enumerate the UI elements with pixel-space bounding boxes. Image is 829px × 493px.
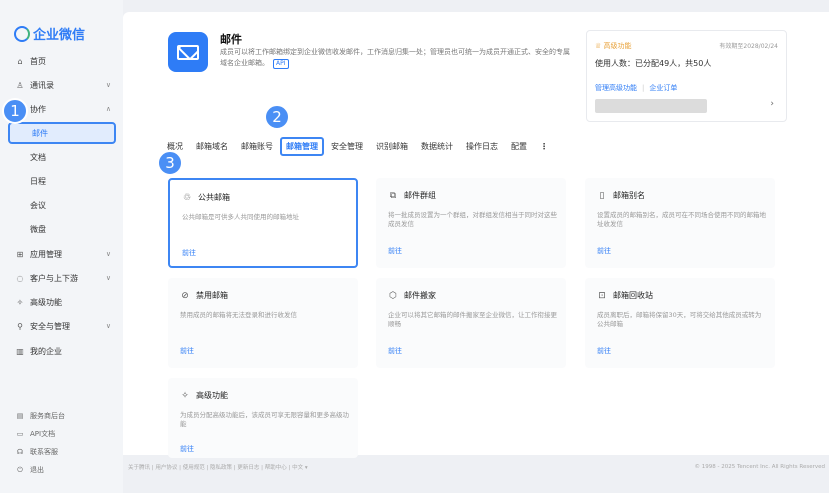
- mailbox-alias-icon: ▯: [599, 190, 605, 201]
- manage-advanced-link[interactable]: 管理高级功能: [595, 84, 637, 92]
- support-link[interactable]: ☊ 联系客服: [0, 443, 123, 461]
- support-icon: ☊: [16, 448, 24, 456]
- disable-mailbox-icon: ⊘: [181, 290, 189, 301]
- mail-group-link[interactable]: 前往: [388, 246, 402, 256]
- tab-mailbox-management[interactable]: 邮箱管理: [280, 136, 324, 156]
- card-mailbox-alias[interactable]: ▯ 邮箱别名 设置成员的邮箱别名，成员可在不同场合使用不同的邮箱地址收发信 前往: [585, 178, 775, 268]
- chevron-right-icon[interactable]: ›: [770, 99, 774, 109]
- api-doc-icon: ▭: [16, 430, 24, 438]
- advanced-links: 管理高级功能 | 企业订单: [595, 84, 678, 92]
- crown-icon: ♕: [595, 42, 602, 50]
- advanced-feature-icon: ✧: [181, 390, 189, 401]
- service-icon: ▤: [16, 412, 24, 420]
- card-public-mailbox[interactable]: ♲ 公共邮箱 公共邮箱是可供多人共同使用的邮箱地址 前往: [168, 178, 358, 268]
- mail-migration-icon: ⬡: [389, 290, 397, 301]
- security-icon: ⚲: [17, 321, 23, 331]
- mailbox-recycle-link[interactable]: 前往: [597, 346, 611, 356]
- sidebar-subitem-docs[interactable]: 文档: [0, 146, 123, 168]
- mail-app-icon: [168, 32, 208, 72]
- tab-identify-mailbox[interactable]: 识别邮箱: [376, 141, 408, 152]
- tab-statistics[interactable]: 数据统计: [421, 141, 453, 152]
- service-provider-link[interactable]: ▤ 服务商后台: [0, 407, 123, 425]
- tab-account[interactable]: 邮箱账号: [241, 141, 273, 152]
- card-disable-mailbox[interactable]: ⊘ 禁用邮箱 禁用成员的邮箱将无法登录和进行收发信 前往: [168, 278, 358, 368]
- footer-copyright: © 1998 - 2025 Tencent Inc. All Rights Re…: [694, 464, 825, 470]
- home-icon: ⌂: [17, 56, 23, 66]
- step-marker-2: 2: [264, 104, 290, 130]
- sidebar-item-customer[interactable]: ◌ 客户与上下游 ∨: [0, 267, 123, 289]
- sidebar-item-contacts[interactable]: ♙ 通讯录 ∨: [0, 74, 123, 96]
- sidebar-subitem-drive[interactable]: 微盘: [0, 218, 123, 240]
- logout-link[interactable]: ⏻ 退出: [0, 461, 123, 479]
- disable-mailbox-link[interactable]: 前往: [180, 346, 194, 356]
- contacts-icon: ♙: [16, 80, 24, 90]
- apps-icon: ⊞: [16, 249, 24, 259]
- sidebar-item-company[interactable]: ▥ 我的企业: [0, 340, 123, 362]
- step-marker-1: 1: [2, 98, 28, 124]
- advanced-usage: 使用人数：已分配49人，共50人: [595, 59, 712, 68]
- mail-group-icon: ⧉: [389, 190, 397, 201]
- public-mailbox-icon: ♲: [182, 192, 192, 203]
- card-mailbox-recycle[interactable]: ⊡ 邮箱回收站 成员离职后，邮箱将保留30天，可将交给其他成员或转为公共邮箱 前往: [585, 278, 775, 368]
- chevron-down-icon: ∨: [105, 322, 111, 330]
- company-order-link[interactable]: 企业订单: [649, 84, 677, 92]
- envelope-icon: [177, 44, 199, 60]
- more-icon[interactable]: ⋮: [540, 142, 548, 151]
- tab-bar: 概况 邮箱域名 邮箱账号 邮箱管理 安全管理 识别邮箱 数据统计 操作日志 配置…: [167, 136, 561, 156]
- redacted-bar: [595, 99, 707, 113]
- advanced-expiry: 有效期至2028/02/24: [719, 43, 778, 50]
- tab-security[interactable]: 安全管理: [331, 141, 363, 152]
- advanced-feature-link[interactable]: 前往: [180, 444, 194, 454]
- footer-links[interactable]: 关于腾讯 | 用户协议 | 使用规范 | 隐私政策 | 更新日志 | 帮助中心 …: [128, 463, 308, 471]
- card-mail-group[interactable]: ⧉ 邮件群组 将一批成员设置为一个群组，对群组发信相当于同时对这些成员发信 前往: [376, 178, 566, 268]
- company-icon: ▥: [16, 346, 24, 356]
- api-doc-link[interactable]: ▭ API文档: [0, 425, 123, 443]
- sidebar-subitem-mail[interactable]: 邮件: [8, 122, 116, 144]
- public-mailbox-link[interactable]: 前往: [182, 248, 196, 258]
- mail-migration-link[interactable]: 前往: [388, 346, 402, 356]
- advanced-tag: ♕ 高级功能: [595, 42, 632, 50]
- footer: 关于腾讯 | 用户协议 | 使用规范 | 隐私政策 | 更新日志 | 帮助中心 …: [123, 459, 829, 475]
- tab-domain[interactable]: 邮箱域名: [196, 141, 228, 152]
- customer-icon: ◌: [16, 273, 24, 283]
- sidebar: 企业微信 ⌂ 首页 ♙ 通讯录 ∨ ◫ 协作 ∧ 邮件 文档 日程 会议 微盘 …: [0, 0, 123, 493]
- chevron-down-icon: ∨: [105, 250, 111, 258]
- chevron-down-icon: ∨: [105, 81, 111, 89]
- app-description: 成员可以将工作邮箱绑定到企业微信收发邮件，工作消息归集一处；管理员也可统一为成员…: [220, 48, 570, 69]
- advanced-icon: ✧: [16, 297, 24, 307]
- main-panel: 邮件 成员可以将工作邮箱绑定到企业微信收发邮件，工作消息归集一处；管理员也可统一…: [123, 12, 829, 458]
- card-mail-migration[interactable]: ⬡ 邮件搬家 企业可以将其它邮箱的邮件搬家至企业微信，让工作衔接更顺畅 前往: [376, 278, 566, 368]
- tab-config[interactable]: 配置: [511, 141, 527, 152]
- wecom-logo-icon: [14, 25, 30, 42]
- sidebar-item-security[interactable]: ⚲ 安全与管理 ∨: [0, 315, 123, 337]
- sidebar-subitem-calendar[interactable]: 日程: [0, 170, 123, 192]
- tab-logs[interactable]: 操作日志: [466, 141, 498, 152]
- logout-icon: ⏻: [17, 465, 23, 474]
- sidebar-item-apps[interactable]: ⊞ 应用管理 ∨: [0, 243, 123, 265]
- sidebar-item-home[interactable]: ⌂ 首页: [0, 50, 123, 72]
- sidebar-subitem-meeting[interactable]: 会议: [0, 194, 123, 216]
- mailbox-recycle-icon: ⊡: [598, 290, 606, 301]
- sidebar-item-advanced[interactable]: ✧ 高级功能: [0, 291, 123, 313]
- mailbox-alias-link[interactable]: 前往: [597, 246, 611, 256]
- sidebar-bottom-links: ▤ 服务商后台 ▭ API文档 ☊ 联系客服 ⏻ 退出: [0, 407, 123, 479]
- logo-text: 企业微信: [33, 28, 86, 43]
- logo[interactable]: 企业微信: [14, 24, 85, 43]
- page-title: 邮件: [220, 33, 242, 46]
- chevron-up-icon: ∧: [105, 105, 111, 113]
- chevron-down-icon: ∨: [105, 274, 111, 282]
- advanced-feature-card: ♕ 高级功能 有效期至2028/02/24 使用人数：已分配49人，共50人 管…: [586, 30, 787, 122]
- api-badge[interactable]: API: [273, 59, 289, 69]
- card-advanced-feature[interactable]: ✧ 高级功能 为成员分配高级功能后，该成员可享无限容量和更多高级功能 前往: [168, 378, 358, 458]
- step-marker-3: 3: [157, 150, 183, 176]
